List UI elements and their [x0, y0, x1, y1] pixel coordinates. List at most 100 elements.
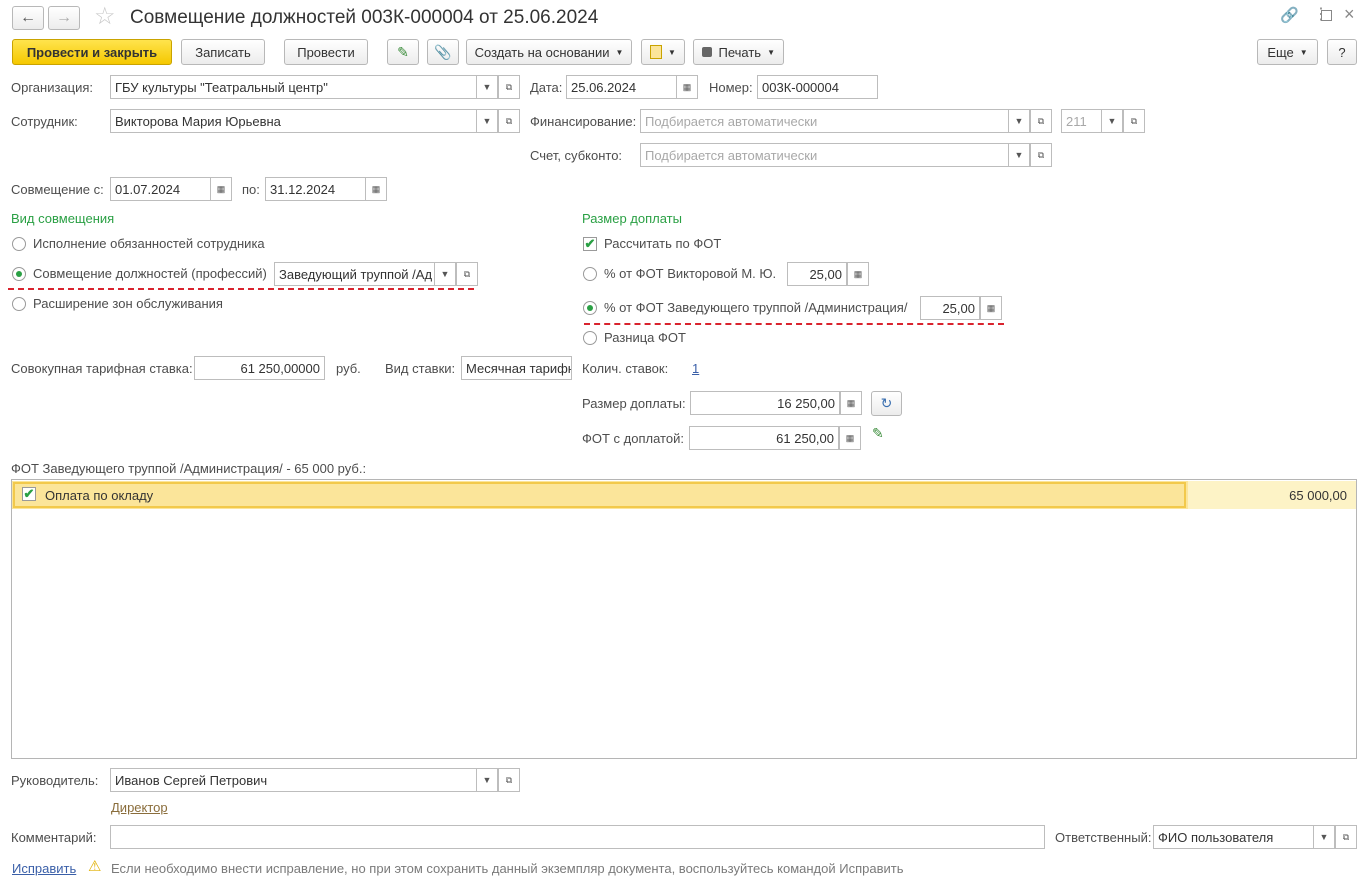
- link-icon[interactable]: 🔗: [1280, 6, 1299, 24]
- refresh-button[interactable]: ↻: [871, 391, 902, 416]
- kind-opt1-radio[interactable]: [12, 237, 26, 251]
- documents-button[interactable]: ▼: [641, 39, 685, 65]
- chevron-down-icon: ▼: [767, 47, 775, 57]
- amount-field[interactable]: 16 250,00: [690, 391, 840, 415]
- save-button[interactable]: Записать: [181, 39, 265, 65]
- manager-label: Руководитель:: [11, 773, 99, 788]
- favorite-star-icon[interactable]: ☆: [94, 4, 116, 30]
- open-window-icon: ⧉: [463, 268, 471, 279]
- account-dropdown-button[interactable]: ▼: [1008, 143, 1030, 167]
- more-button[interactable]: Еще ▼: [1257, 39, 1318, 65]
- combo-to-calendar-button[interactable]: ▦: [365, 177, 387, 201]
- financing-field[interactable]: Подбирается автоматически: [640, 109, 1030, 133]
- back-button[interactable]: ←: [12, 6, 44, 30]
- calculator-icon: ▦: [853, 268, 863, 279]
- post-and-close-button[interactable]: Провести и закрыть: [12, 39, 172, 65]
- annotation-underline: [8, 288, 474, 290]
- fot-calc-button[interactable]: ▦: [839, 426, 861, 450]
- financing-open-button[interactable]: ⧉: [1030, 109, 1052, 133]
- financing-code-dropdown-button[interactable]: ▼: [1101, 109, 1123, 133]
- org-field[interactable]: ГБУ культуры "Театральный центр": [110, 75, 498, 99]
- chevron-down-icon: ▼: [440, 269, 450, 279]
- employee-field[interactable]: Викторова Мария Юрьевна: [110, 109, 498, 133]
- edit-button[interactable]: ✎: [387, 39, 419, 65]
- chevron-down-icon: ▼: [668, 47, 676, 57]
- kind-position-open-button[interactable]: ⧉: [456, 262, 478, 286]
- pct-other-radio[interactable]: [583, 301, 597, 315]
- open-window-icon: ⧉: [1130, 115, 1138, 126]
- responsible-dropdown-button[interactable]: ▼: [1313, 825, 1335, 849]
- create-based-button[interactable]: Создать на основании ▼: [466, 39, 632, 65]
- kind-position-dropdown-button[interactable]: ▼: [434, 262, 456, 286]
- chevron-down-icon: ▼: [482, 116, 492, 126]
- number-field[interactable]: 003К-000004: [757, 75, 878, 99]
- print-button[interactable]: Печать ▼: [693, 39, 784, 65]
- kind-opt3-radio[interactable]: [12, 297, 26, 311]
- kind-header: Вид совмещения: [11, 211, 115, 226]
- total-rate-field[interactable]: 61 250,00000: [194, 356, 325, 380]
- combo-from-calendar-button[interactable]: ▦: [210, 177, 232, 201]
- chevron-down-icon: ▼: [1107, 116, 1117, 126]
- org-open-button[interactable]: ⧉: [498, 75, 520, 99]
- kind-opt2-radio[interactable]: [12, 267, 26, 281]
- calc-by-fot-checkbox[interactable]: ✔: [583, 237, 597, 251]
- calendar-icon: ▦: [371, 183, 381, 194]
- open-window-icon: ⧉: [1037, 115, 1045, 126]
- account-label: Счет, субконто:: [530, 148, 623, 163]
- chevron-down-icon: ▼: [1299, 47, 1308, 57]
- fix-link[interactable]: Исправить: [12, 861, 76, 876]
- responsible-field[interactable]: ФИО пользователя: [1153, 825, 1335, 849]
- calendar-icon: ▦: [216, 183, 226, 194]
- comment-field[interactable]: [110, 825, 1045, 849]
- post-button[interactable]: Провести: [284, 39, 368, 65]
- org-dropdown-button[interactable]: ▼: [476, 75, 498, 99]
- print-label: Печать: [718, 44, 762, 60]
- pct-other-field[interactable]: 25,00: [920, 296, 980, 320]
- maximize-icon[interactable]: [1321, 10, 1332, 21]
- calculator-icon: ▦: [845, 432, 855, 443]
- rate-kind-field[interactable]: Месячная тарифн: [461, 356, 572, 380]
- kind-position-field[interactable]: Заведующий труппой /Ад: [274, 262, 456, 286]
- financing-dropdown-button[interactable]: ▼: [1008, 109, 1030, 133]
- table-row[interactable]: ✔ Оплата по окладу 65 000,00: [12, 481, 1356, 509]
- rate-kind-label: Вид ставки:: [385, 361, 456, 376]
- manager-open-button[interactable]: ⧉: [498, 768, 520, 792]
- pct-own-field[interactable]: 25,00: [787, 262, 847, 286]
- financing-label: Финансирование:: [530, 114, 637, 129]
- row-amount: 65 000,00: [1289, 488, 1347, 503]
- count-label: Колич. ставок:: [582, 361, 669, 376]
- employee-dropdown-button[interactable]: ▼: [476, 109, 498, 133]
- financing-code-open-button[interactable]: ⧉: [1123, 109, 1145, 133]
- row-checkbox[interactable]: ✔: [22, 487, 36, 501]
- manager-field[interactable]: Иванов Сергей Петрович: [110, 768, 498, 792]
- help-button[interactable]: ?: [1327, 39, 1357, 65]
- pct-own-calc-button[interactable]: ▦: [847, 262, 869, 286]
- pencil-icon[interactable]: ✎: [872, 425, 884, 442]
- employee-label: Сотрудник:: [11, 114, 78, 129]
- close-icon[interactable]: ×: [1344, 4, 1355, 25]
- create-based-label: Создать на основании: [474, 44, 610, 60]
- manager-position-link[interactable]: Директор: [111, 800, 168, 815]
- count-link[interactable]: 1: [692, 361, 699, 376]
- account-field[interactable]: Подбирается автоматически: [640, 143, 1030, 167]
- pct-other-calc-button[interactable]: ▦: [980, 296, 1002, 320]
- responsible-open-button[interactable]: ⧉: [1335, 825, 1357, 849]
- account-open-button[interactable]: ⧉: [1030, 143, 1052, 167]
- fot-diff-radio[interactable]: [583, 331, 597, 345]
- chevron-down-icon: ▼: [615, 47, 624, 57]
- kind-opt3-label: Расширение зон обслуживания: [33, 296, 223, 311]
- date-label: Дата:: [530, 80, 563, 95]
- manager-dropdown-button[interactable]: ▼: [476, 768, 498, 792]
- pct-own-radio[interactable]: [583, 267, 597, 281]
- warning-icon: ⚠: [88, 858, 102, 875]
- date-calendar-button[interactable]: ▦: [676, 75, 698, 99]
- forward-button[interactable]: →: [48, 6, 80, 30]
- combo-from-label: Совмещение с:: [11, 182, 104, 197]
- annotation-underline: [584, 323, 1004, 325]
- employee-open-button[interactable]: ⧉: [498, 109, 520, 133]
- amount-calc-button[interactable]: ▦: [840, 391, 862, 415]
- comment-label: Комментарий:: [11, 830, 97, 845]
- fot-field[interactable]: 61 250,00: [689, 426, 839, 450]
- attach-button[interactable]: 📎: [427, 39, 459, 65]
- calc-by-fot-label: Рассчитать по ФОТ: [604, 236, 722, 251]
